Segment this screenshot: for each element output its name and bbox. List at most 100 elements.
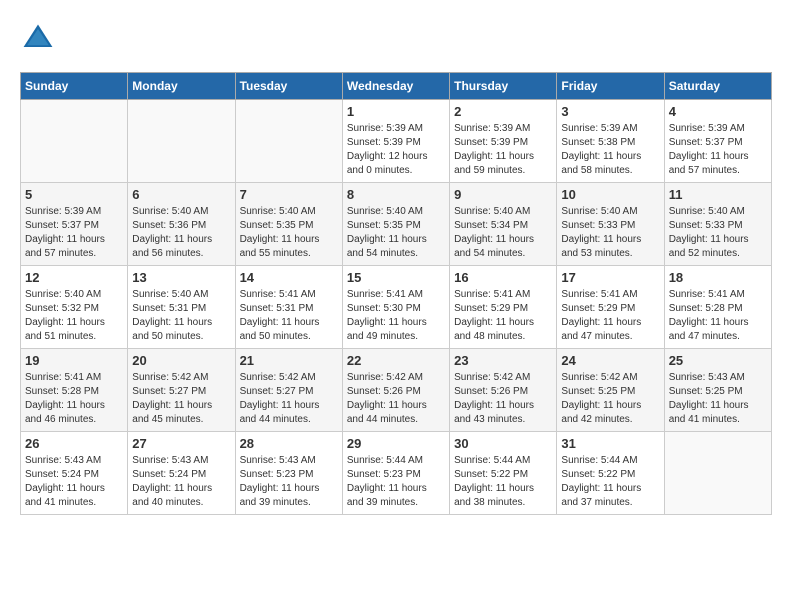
calendar-cell: 21Sunrise: 5:42 AM Sunset: 5:27 PM Dayli… [235,349,342,432]
calendar-cell: 11 Sunrise: 5:40 AM Sunset: 5:33 PM Dayli… [664,183,771,266]
day-info: Sunrise: 5:40 AM Sunset: 5:33 PM Dayligh… [669,205,767,261]
day-number: 25 [669,353,767,368]
calendar-cell: 1Sunrise: 5:39 AM Sunset: 5:39 PM Daylig… [342,100,449,183]
calendar-cell: 10 Sunrise: 5:40 AM Sunset: 5:33 PM Dayli… [557,183,664,266]
day-info: Sunrise: 5:40 AM Sunset: 5:32 PM Dayligh… [25,288,123,344]
day-number: 16 [454,270,552,285]
day-info: Sunrise: 5:43 AM Sunset: 5:24 PM Dayligh… [25,454,123,510]
calendar-cell: 25 Sunrise: 5:43 AM Sunset: 5:25 PM Dayli… [664,349,771,432]
weekday-header-monday: Monday [128,73,235,100]
day-info: Sunrise: 5:39 AM Sunset: 5:37 PM Dayligh… [669,122,767,178]
day-info: Sunrise: 5:44 AM Sunset: 5:23 PM Dayligh… [347,454,445,510]
weekday-header-sunday: Sunday [21,73,128,100]
calendar-cell: 28 Sunrise: 5:43 AM Sunset: 5:23 PM Dayli… [235,432,342,515]
calendar-cell [21,100,128,183]
day-number: 20 [132,353,230,368]
calendar-cell: 27Sunrise: 5:43 AM Sunset: 5:24 PM Dayli… [128,432,235,515]
day-info: Sunrise: 5:40 AM Sunset: 5:33 PM Dayligh… [561,205,659,261]
calendar-cell: 12Sunrise: 5:40 AM Sunset: 5:32 PM Dayli… [21,266,128,349]
calendar-week-row: 26 Sunrise: 5:43 AM Sunset: 5:24 PM Dayli… [21,432,772,515]
calendar-cell: 7 Sunrise: 5:40 AM Sunset: 5:35 PM Daylig… [235,183,342,266]
calendar-cell: 15 Sunrise: 5:41 AM Sunset: 5:30 PM Dayli… [342,266,449,349]
day-info: Sunrise: 5:39 AM Sunset: 5:37 PM Dayligh… [25,205,123,261]
day-info: Sunrise: 5:43 AM Sunset: 5:23 PM Dayligh… [240,454,338,510]
day-info: Sunrise: 5:41 AM Sunset: 5:28 PM Dayligh… [669,288,767,344]
calendar-cell: 19Sunrise: 5:41 AM Sunset: 5:28 PM Dayli… [21,349,128,432]
day-info: Sunrise: 5:41 AM Sunset: 5:29 PM Dayligh… [454,288,552,344]
calendar-table: SundayMondayTuesdayWednesdayThursdayFrid… [20,72,772,515]
calendar-cell: 4Sunrise: 5:39 AM Sunset: 5:37 PM Daylig… [664,100,771,183]
day-info: Sunrise: 5:39 AM Sunset: 5:39 PM Dayligh… [454,122,552,178]
day-number: 9 [454,187,552,202]
day-info: Sunrise: 5:41 AM Sunset: 5:31 PM Dayligh… [240,288,338,344]
day-info: Sunrise: 5:43 AM Sunset: 5:25 PM Dayligh… [669,371,767,427]
calendar-cell [128,100,235,183]
calendar-cell: 26 Sunrise: 5:43 AM Sunset: 5:24 PM Dayli… [21,432,128,515]
day-info: Sunrise: 5:41 AM Sunset: 5:29 PM Dayligh… [561,288,659,344]
day-number: 24 [561,353,659,368]
calendar-cell: 16 Sunrise: 5:41 AM Sunset: 5:29 PM Dayli… [450,266,557,349]
day-number: 2 [454,104,552,119]
day-info: Sunrise: 5:42 AM Sunset: 5:27 PM Dayligh… [132,371,230,427]
calendar-cell: 6Sunrise: 5:40 AM Sunset: 5:36 PM Daylig… [128,183,235,266]
calendar-cell: 5Sunrise: 5:39 AM Sunset: 5:37 PM Daylig… [21,183,128,266]
page-header [20,20,772,56]
day-number: 10 [561,187,659,202]
day-number: 26 [25,436,123,451]
calendar-cell: 2 Sunrise: 5:39 AM Sunset: 5:39 PM Daylig… [450,100,557,183]
day-info: Sunrise: 5:44 AM Sunset: 5:22 PM Dayligh… [561,454,659,510]
weekday-header-saturday: Saturday [664,73,771,100]
day-number: 28 [240,436,338,451]
calendar-cell [664,432,771,515]
day-number: 17 [561,270,659,285]
calendar-week-row: 5Sunrise: 5:39 AM Sunset: 5:37 PM Daylig… [21,183,772,266]
day-info: Sunrise: 5:42 AM Sunset: 5:25 PM Dayligh… [561,371,659,427]
day-info: Sunrise: 5:40 AM Sunset: 5:35 PM Dayligh… [347,205,445,261]
day-info: Sunrise: 5:39 AM Sunset: 5:38 PM Dayligh… [561,122,659,178]
day-info: Sunrise: 5:40 AM Sunset: 5:35 PM Dayligh… [240,205,338,261]
day-number: 7 [240,187,338,202]
calendar-cell: 18 Sunrise: 5:41 AM Sunset: 5:28 PM Dayli… [664,266,771,349]
day-number: 15 [347,270,445,285]
calendar-cell: 30Sunrise: 5:44 AM Sunset: 5:22 PM Dayli… [450,432,557,515]
logo-icon [20,20,56,56]
weekday-header-friday: Friday [557,73,664,100]
calendar-cell: 13 Sunrise: 5:40 AM Sunset: 5:31 PM Dayli… [128,266,235,349]
calendar-cell: 14 Sunrise: 5:41 AM Sunset: 5:31 PM Dayli… [235,266,342,349]
day-number: 8 [347,187,445,202]
day-info: Sunrise: 5:40 AM Sunset: 5:36 PM Dayligh… [132,205,230,261]
weekday-header-row: SundayMondayTuesdayWednesdayThursdayFrid… [21,73,772,100]
day-number: 3 [561,104,659,119]
calendar-week-row: 19Sunrise: 5:41 AM Sunset: 5:28 PM Dayli… [21,349,772,432]
weekday-header-tuesday: Tuesday [235,73,342,100]
day-number: 23 [454,353,552,368]
day-info: Sunrise: 5:40 AM Sunset: 5:31 PM Dayligh… [132,288,230,344]
calendar-cell: 23 Sunrise: 5:42 AM Sunset: 5:26 PM Dayli… [450,349,557,432]
calendar-cell: 9 Sunrise: 5:40 AM Sunset: 5:34 PM Daylig… [450,183,557,266]
day-number: 14 [240,270,338,285]
weekday-header-wednesday: Wednesday [342,73,449,100]
day-number: 1 [347,104,445,119]
calendar-cell: 8 Sunrise: 5:40 AM Sunset: 5:35 PM Daylig… [342,183,449,266]
day-number: 22 [347,353,445,368]
calendar-week-row: 12Sunrise: 5:40 AM Sunset: 5:32 PM Dayli… [21,266,772,349]
day-info: Sunrise: 5:41 AM Sunset: 5:30 PM Dayligh… [347,288,445,344]
day-number: 29 [347,436,445,451]
logo [20,20,60,56]
day-number: 31 [561,436,659,451]
day-number: 11 [669,187,767,202]
day-info: Sunrise: 5:42 AM Sunset: 5:26 PM Dayligh… [454,371,552,427]
calendar-cell: 24 Sunrise: 5:42 AM Sunset: 5:25 PM Dayli… [557,349,664,432]
weekday-header-thursday: Thursday [450,73,557,100]
day-number: 13 [132,270,230,285]
calendar-cell: 29 Sunrise: 5:44 AM Sunset: 5:23 PM Dayli… [342,432,449,515]
calendar-cell [235,100,342,183]
calendar-cell: 17 Sunrise: 5:41 AM Sunset: 5:29 PM Dayli… [557,266,664,349]
day-info: Sunrise: 5:40 AM Sunset: 5:34 PM Dayligh… [454,205,552,261]
day-number: 21 [240,353,338,368]
calendar-cell: 31 Sunrise: 5:44 AM Sunset: 5:22 PM Dayli… [557,432,664,515]
day-number: 18 [669,270,767,285]
calendar-cell: 3 Sunrise: 5:39 AM Sunset: 5:38 PM Daylig… [557,100,664,183]
day-number: 30 [454,436,552,451]
calendar-cell: 22Sunrise: 5:42 AM Sunset: 5:26 PM Dayli… [342,349,449,432]
